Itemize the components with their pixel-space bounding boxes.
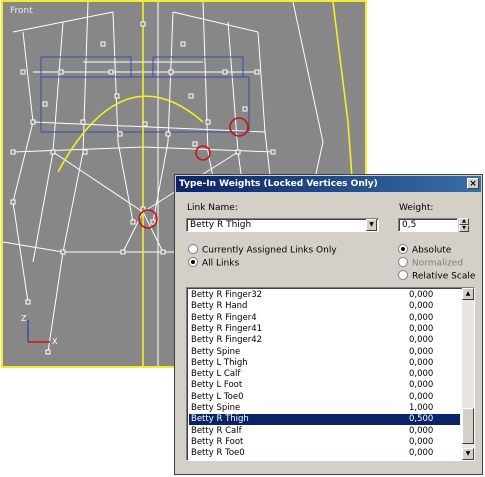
link-name-cell: Betty R Finger32	[191, 290, 263, 300]
radio-selected-icon	[188, 257, 198, 267]
axis-tripod-icon	[27, 320, 50, 343]
link-name-cell: Betty Spine	[191, 403, 241, 413]
scroll-down-icon[interactable]: ▼	[462, 448, 474, 460]
currently-assigned-label: Currently Assigned Links Only	[202, 245, 337, 256]
list-item[interactable]: Betty R Calf 0,000	[189, 426, 460, 437]
spinner-up-icon[interactable]: ▲	[459, 218, 469, 225]
list-item[interactable]: Betty R Finger4 0,000	[189, 313, 460, 324]
all-links-radio[interactable]: All Links	[188, 257, 240, 269]
close-icon: ×	[469, 179, 477, 189]
list-item[interactable]: Betty Spine 0,000	[189, 347, 460, 358]
weight-cell: 0,000	[409, 346, 434, 357]
link-name-cell: Betty R Foot	[191, 436, 244, 447]
link-name-cell: Betty R Finger4	[191, 312, 257, 323]
list-item[interactable]: Betty R Foot 0,000	[189, 437, 460, 448]
weight-label: Weight:	[399, 203, 434, 213]
link-name-cell: Betty L Calf	[191, 369, 241, 380]
relative-scale-label: Relative Scale	[412, 271, 476, 282]
weight-cell: 0,000	[409, 391, 434, 402]
link-name-cell: Betty L Toe0	[191, 391, 244, 402]
link-name-value: Betty R Thigh	[190, 220, 252, 230]
list-item[interactable]: Betty R Hand 0,000	[189, 301, 460, 312]
normalized-label: Normalized	[412, 258, 464, 269]
spinner-down-icon[interactable]: ▼	[459, 225, 469, 232]
list-item[interactable]: Betty L Calf 0,000	[189, 369, 460, 380]
link-name-cell: Betty R Thigh	[191, 414, 249, 425]
weight-input[interactable]: 0,5	[398, 218, 458, 232]
scroll-thumb[interactable]	[462, 408, 474, 444]
weight-cell: 0,000	[409, 335, 434, 346]
axis-z-label: Z	[21, 314, 27, 323]
weight-cell: 0,000	[409, 369, 434, 380]
list-item[interactable]: Betty R Toe0 0,000	[189, 448, 460, 459]
weight-value: 0,5	[402, 220, 417, 230]
weight-cell: 0,000	[409, 312, 434, 323]
weight-cell: 0,000	[409, 323, 434, 334]
close-button[interactable]: ×	[467, 178, 479, 189]
scroll-up-icon[interactable]: ▲	[462, 288, 474, 300]
dialog-title: Type-In Weights (Locked Vertices Only)	[179, 179, 378, 189]
list-item[interactable]: Betty L Toe0 0,000	[189, 392, 460, 403]
absolute-label: Absolute	[412, 245, 452, 256]
list-item[interactable]: Betty R Thigh 0,500	[189, 414, 460, 426]
normalized-radio[interactable]: Normalized	[398, 257, 464, 269]
list-item[interactable]: Betty R Finger41 0,000	[189, 324, 460, 335]
list-item[interactable]: Betty L Thigh 0,000	[189, 358, 460, 369]
viewport-label[interactable]: Front	[10, 6, 33, 16]
dialog-title-bar[interactable]: Type-In Weights (Locked Vertices Only) ×	[176, 176, 481, 192]
all-links-label: All Links	[202, 258, 240, 269]
list-item[interactable]: Betty R Finger32 0,000	[189, 290, 460, 301]
radio-icon	[188, 244, 198, 254]
radio-icon	[398, 257, 408, 267]
weight-cell: 0,500	[409, 414, 434, 425]
weight-cell: 0,000	[409, 436, 434, 447]
link-name-cell: Betty L Thigh	[191, 357, 248, 368]
weight-cell: 0,000	[409, 448, 434, 459]
link-name-cell: Betty L Foot	[191, 380, 243, 391]
weight-cell: 0,000	[409, 380, 434, 391]
list-item[interactable]: Betty R Finger42 0,000	[189, 335, 460, 346]
weight-cell: 0,000	[409, 357, 434, 368]
relative-scale-radio[interactable]: Relative Scale	[398, 270, 476, 282]
weight-spinner[interactable]: ▲ ▼	[459, 218, 469, 232]
link-name-cell: Betty R Finger41	[191, 323, 263, 334]
link-name-dropdown[interactable]: Betty R Thigh	[186, 218, 379, 232]
link-name-label: Link Name:	[187, 203, 238, 213]
link-name-cell: Betty R Toe0	[191, 448, 245, 459]
weight-cell: 0,000	[409, 425, 434, 436]
absolute-radio[interactable]: Absolute	[398, 244, 452, 256]
weight-cell: 1,000	[409, 403, 434, 413]
link-name-cell: Betty R Finger42	[191, 335, 263, 346]
list-item[interactable]: Betty L Foot 0,000	[189, 380, 460, 391]
link-name-cell: Betty R Hand	[191, 301, 248, 312]
axis-x-label: X	[52, 337, 58, 346]
radio-selected-icon	[398, 244, 408, 254]
link-name-cell: Betty Spine	[191, 346, 241, 357]
currently-assigned-radio[interactable]: Currently Assigned Links Only	[188, 244, 337, 256]
weight-cell: 0,000	[409, 290, 434, 300]
link-name-cell: Betty R Calf	[191, 425, 242, 436]
weight-cell: 0,000	[409, 301, 434, 312]
list-item[interactable]: Betty Spine 1,000	[189, 403, 460, 414]
radio-icon	[398, 270, 408, 280]
list-scrollbar[interactable]: ▲ ▼	[462, 288, 474, 460]
chevron-down-icon[interactable]: ▼	[366, 219, 377, 231]
link-weights-list[interactable]: Betty R Finger32 0,000 Betty R Hand 0,000 Be…	[186, 287, 475, 461]
type-in-weights-dialog: Type-In Weights (Locked Vertices Only) ×…	[174, 174, 483, 475]
